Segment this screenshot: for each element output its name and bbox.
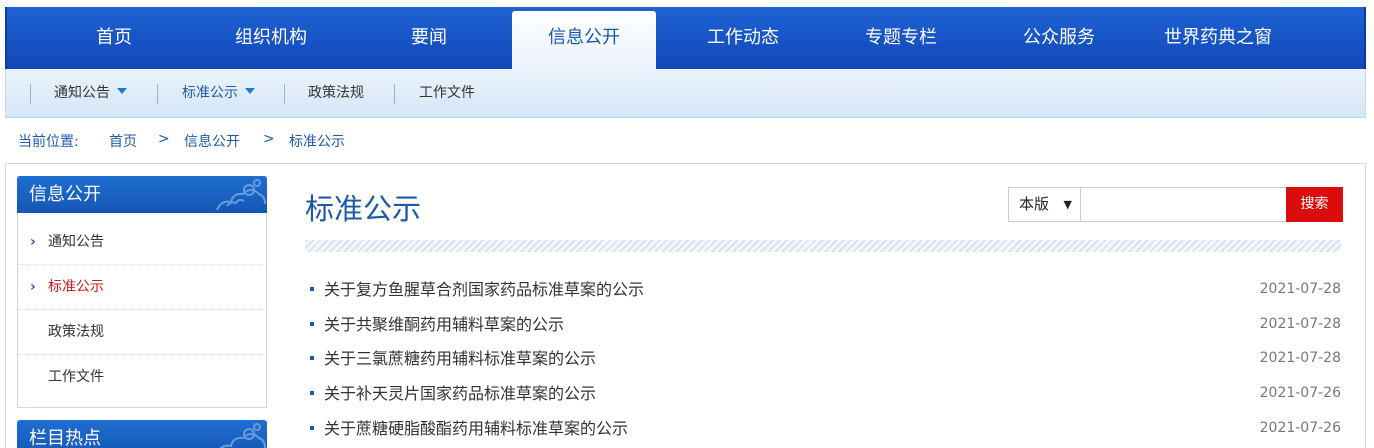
search-button[interactable]: 搜索 [1286,187,1343,222]
chevron-right-icon: › [30,279,36,295]
nav-item-work-updates[interactable]: 工作动态 [687,7,799,69]
breadcrumb-separator: > [263,131,275,147]
bullet-icon [310,322,314,326]
search-scope-value: 本版 [1019,195,1050,213]
list-item-date: 2021-07-28 [1259,350,1341,366]
bullet-icon [310,287,314,291]
sidebar-item-label: 标准公示 [48,279,104,295]
nav-item-world-pharmacopoeia[interactable]: 世界药典之窗 [1145,7,1291,69]
sidebar-item-notices[interactable]: › 通知公告 [18,220,266,265]
sidebar-item-work-files[interactable]: 工作文件 [18,355,266,400]
bullet-icon [310,391,314,395]
bullet-icon [310,426,314,430]
nav-item-info-disclosure[interactable]: 信息公开 [512,11,656,73]
breadcrumb-prefix: 当前位置: [18,134,79,150]
sub-nav-item-work-files[interactable]: 工作文件 [419,69,475,118]
list-item-title[interactable]: 关于三氯蔗糖药用辅料标准草案的公示 [324,341,596,376]
sub-nav-divider [157,84,158,104]
nav-item-news[interactable]: 要闻 [390,7,468,69]
chevron-right-icon: › [30,234,36,250]
list-item-title[interactable]: 关于复方鱼腥草合剂国家药品标准草案的公示 [324,272,644,307]
caret-down-icon [117,88,127,94]
list-item-title[interactable]: 关于蔗糖硬脂酸酯药用辅料标准草案的公示 [324,411,628,446]
sub-nav-item-policies[interactable]: 政策法规 [308,69,364,118]
breadcrumb-link-info[interactable]: 信息公开 [184,131,240,151]
list-item[interactable]: 关于三氯蔗糖药用辅料标准草案的公示 2021-07-28 [310,341,1342,376]
caret-down-icon [245,88,255,94]
sidebar-heading: 信息公开 [17,176,267,213]
sidebar-item-policies[interactable]: 政策法规 [18,310,266,355]
sidebar-item-label: 工作文件 [48,369,104,385]
list-item[interactable]: 关于共聚维酮药用辅料草案的公示 2021-07-28 [310,307,1342,342]
list-item[interactable]: 关于蔗糖硬脂酸酯药用辅料标准草案的公示 2021-07-26 [310,411,1342,446]
breadcrumb-current[interactable]: 标准公示 [289,131,345,151]
sidebar-item-label: 通知公告 [48,234,104,250]
title-divider [305,240,1341,252]
list-item[interactable]: 关于补天灵片国家药品标准草案的公示 2021-07-26 [310,376,1342,411]
list-item[interactable]: 关于复方鱼腥草合剂国家药品标准草案的公示 2021-07-28 [310,272,1342,307]
sub-nav: 通知公告 标准公示 政策法规 工作文件 [5,69,1366,118]
cloud-ornament-icon [216,179,266,211]
nav-item-home[interactable]: 首页 [75,7,153,69]
breadcrumb-link-home[interactable]: 首页 [109,131,137,151]
nav-item-public-service[interactable]: 公众服务 [1003,7,1115,69]
nav-item-special-topics[interactable]: 专题专栏 [845,7,957,69]
nav-item-organization[interactable]: 组织机构 [215,7,327,69]
list-item-date: 2021-07-28 [1259,281,1341,297]
sidebar-heading-label: 信息公开 [29,184,101,205]
sub-nav-item-label: 通知公告 [54,85,110,101]
sidebar-heading-label: 栏目热点 [29,428,101,448]
sub-nav-item-notices[interactable]: 通知公告 [54,69,127,118]
main-nav: 首页 组织机构 要闻 信息公开 工作动态 专题专栏 公众服务 世界药典之窗 [5,7,1366,73]
sub-nav-divider [284,84,285,104]
breadcrumb-separator: > [158,131,170,147]
sub-nav-item-label: 标准公示 [182,85,238,101]
sub-nav-divider [30,84,31,104]
page-title: 标准公示 [305,192,422,226]
list-item-date: 2021-07-26 [1259,420,1341,436]
dropdown-arrow-icon: ▼ [1063,198,1072,211]
list-item-date: 2021-07-26 [1259,385,1341,401]
sidebar-heading-hot-topics: 栏目热点 [17,420,267,448]
list-item-title[interactable]: 关于补天灵片国家药品标准草案的公示 [324,376,596,411]
sub-nav-divider [394,84,395,104]
sub-nav-item-standards[interactable]: 标准公示 [182,69,255,118]
cloud-ornament-icon [219,423,266,448]
search-scope-select[interactable]: 本版 ▼ [1008,187,1081,222]
bullet-icon [310,356,314,360]
list-item-date: 2021-07-28 [1259,316,1341,332]
sidebar-item-label: 政策法规 [48,324,104,340]
list-item-title[interactable]: 关于共聚维酮药用辅料草案的公示 [324,307,564,342]
search-input[interactable] [1081,187,1287,222]
sidebar-item-standards[interactable]: › 标准公示 [18,265,266,310]
